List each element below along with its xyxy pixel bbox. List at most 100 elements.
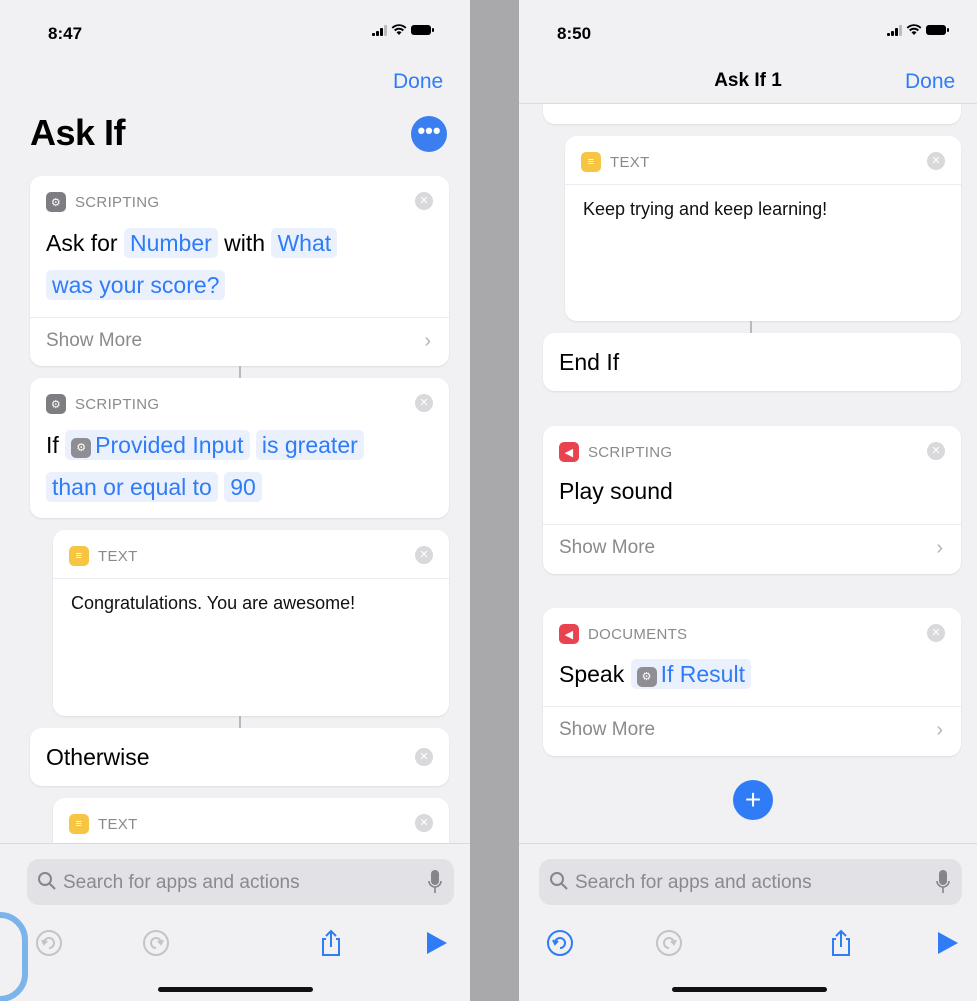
remove-action-icon[interactable]: ✕ [415,192,433,210]
share-icon[interactable] [316,928,346,958]
condition-token-cont[interactable]: than or equal to [46,472,218,502]
status-bar: 8:47 [0,0,470,60]
if-label: If [46,432,59,458]
left-screen: 8:47 Done Ask If ••• ⚙ SCRIPTING ✕ Ask f… [0,0,470,1001]
remove-action-icon[interactable]: ✕ [927,624,945,642]
connector-line [750,321,752,333]
text-content[interactable]: Congratulations. You are awesome! [71,590,389,616]
share-icon[interactable] [826,928,856,958]
show-more-label: Show More [46,330,143,351]
clock: 8:47 [48,24,83,43]
more-options-button[interactable]: ••• [411,116,447,152]
text-action[interactable]: ≡ TEXT ✕ Congratulations. You are awesom… [53,530,449,716]
cellular-signal-icon [372,24,387,36]
action-category: ≡ TEXT [69,814,138,834]
action-category: ≡ TEXT [69,546,138,566]
variable-icon: ⚙ [636,667,657,687]
category-label: SCRIPTING [588,443,673,461]
wifi-icon [391,24,407,35]
done-button[interactable]: Done [905,70,955,94]
chevron-right-icon: › [936,719,943,741]
search-icon [550,872,568,890]
category-label: SCRIPTING [75,193,160,211]
connector-line [239,716,241,728]
done-button[interactable]: Done [393,70,443,94]
prompt-token[interactable]: What [271,228,338,258]
cellular-signal-icon [887,24,902,36]
prompt-token-cont[interactable]: was your score? [46,270,226,300]
category-label: TEXT [610,153,650,171]
search-icon [38,872,56,890]
if-result-token[interactable]: ⚙ If Result [630,659,751,689]
speaker-icon: ◀ [559,624,579,644]
status-icons [887,24,949,36]
search-field[interactable]: Search for apps and actions [539,859,962,905]
if-condition-action[interactable]: ⚙ SCRIPTING ✕ If ⚙ Provided Input is grea… [30,378,449,518]
with-label: with [224,230,266,256]
home-indicator [672,987,827,992]
navigation-bar: 8:50 Ask If 1 Done [519,0,977,104]
condition-token[interactable]: is greater [255,430,364,460]
battery-icon [411,25,434,35]
show-more-label: Show More [559,537,656,558]
action-category: ≡ TEXT [581,152,650,172]
action-category: ⚙ SCRIPTING [46,192,159,212]
undo-icon[interactable] [34,928,64,958]
otherwise-block[interactable]: Otherwise ✕ [30,728,449,786]
run-play-icon[interactable] [932,928,962,958]
scripting-icon: ⚙ [46,394,66,414]
remove-action-icon[interactable]: ✕ [415,546,433,564]
connector-line [239,366,241,378]
ask-for-label: Ask for [46,230,118,256]
play-sound-title: Play sound [559,478,673,504]
search-field[interactable]: Search for apps and actions [27,859,454,905]
chevron-right-icon: › [424,330,431,352]
ask-for-input-action[interactable]: ⚙ SCRIPTING ✕ Ask for Number with What w… [30,176,449,366]
remove-action-icon[interactable]: ✕ [927,152,945,170]
value-token[interactable]: 90 [224,472,262,502]
add-action-button[interactable]: + [733,780,773,820]
action-category: ◀ SCRIPTING [559,442,672,462]
remove-action-icon[interactable]: ✕ [415,748,433,766]
microphone-icon[interactable] [936,869,950,895]
text-icon: ≡ [69,814,89,834]
right-screen: ≡ TEXT ✕ Keep trying and keep learning! … [519,0,977,1001]
run-play-icon[interactable] [421,928,451,958]
speak-action[interactable]: ◀ DOCUMENTS ✕ Speak ⚙ If Result Show More… [543,608,961,756]
accessibility-touch-badge [0,912,28,1001]
redo-icon[interactable] [654,928,684,958]
play-sound-action[interactable]: ◀ SCRIPTING ✕ Play sound Show More › [543,426,961,574]
text-content[interactable]: Keep trying and keep learning! [583,196,943,222]
microphone-icon[interactable] [428,869,442,895]
show-more-row[interactable]: Show More › [30,317,449,365]
input-type-token[interactable]: Number [123,228,218,258]
text-action[interactable]: ≡ TEXT ✕ Keep trying and keep learning! [565,136,961,321]
wifi-icon [906,24,922,35]
text-icon: ≡ [581,152,601,172]
show-more-row[interactable]: Show More › [543,524,961,572]
search-placeholder: Search for apps and actions [63,872,300,893]
show-more-row[interactable]: Show More › [543,706,961,754]
remove-action-icon[interactable]: ✕ [415,394,433,412]
search-placeholder: Search for apps and actions [575,872,812,893]
remove-action-icon[interactable]: ✕ [927,442,945,460]
divider [53,578,449,579]
action-sentence: Speak ⚙ If Result [559,653,951,695]
undo-icon[interactable] [545,928,575,958]
action-category: ⚙ SCRIPTING [46,394,159,414]
divider [565,184,961,185]
category-label: DOCUMENTS [588,625,688,643]
end-if-block[interactable]: End If [543,333,961,391]
category-label: SCRIPTING [75,395,160,413]
input-variable-token[interactable]: ⚙ Provided Input [65,430,250,460]
speak-label: Speak [559,661,625,687]
otherwise-label: Otherwise [46,744,150,770]
status-icons [372,24,434,36]
home-indicator [158,987,313,992]
redo-icon[interactable] [141,928,171,958]
remove-action-icon[interactable]: ✕ [415,814,433,832]
bottom-toolbar: Search for apps and actions [519,843,977,1001]
chevron-right-icon: › [936,537,943,559]
screenshot-separator [470,0,519,1001]
if-result-label: If Result [660,661,745,687]
